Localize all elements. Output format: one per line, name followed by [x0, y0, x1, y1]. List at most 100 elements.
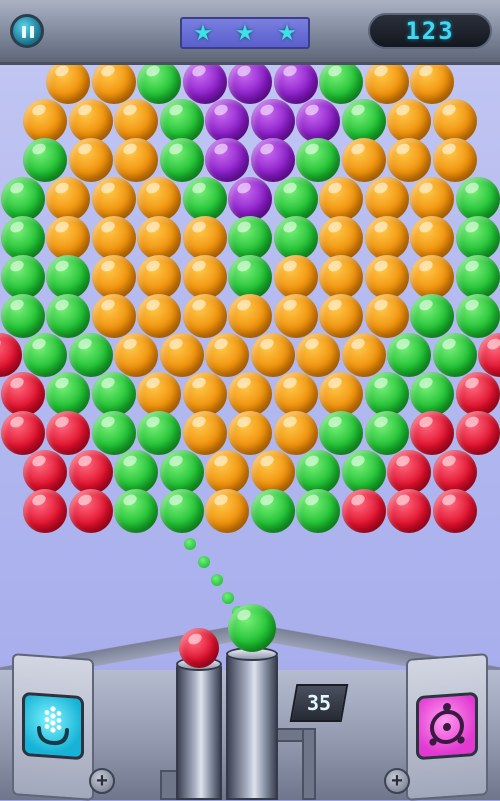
red-bubble [23, 489, 68, 533]
red-bubble [410, 411, 454, 455]
star-icon: ★ [193, 20, 213, 45]
red-bubble [432, 489, 477, 533]
green-bubble [46, 294, 90, 338]
green-bubble [114, 489, 159, 533]
orange-bubble [341, 333, 386, 377]
red-bubble [68, 489, 113, 533]
purple-bubble [228, 60, 272, 104]
orange-bubble [182, 294, 227, 338]
add-powerup-right-button[interactable]: + [384, 768, 410, 794]
game-stage[interactable]: ★ ★ ★ 123 35 + + [0, 0, 500, 801]
orange-bubble [205, 333, 250, 377]
orange-bubble [319, 294, 363, 338]
orange-bubble [205, 489, 250, 533]
pause-button[interactable] [10, 14, 44, 48]
orange-bubble [319, 372, 363, 416]
orange-bubble [205, 450, 250, 494]
red-bubble [455, 411, 500, 455]
orange-bubble [91, 294, 136, 338]
orange-bubble [137, 294, 181, 338]
microphone-powerup-button[interactable] [22, 691, 84, 761]
green-bubble [228, 255, 272, 299]
orange-bubble [273, 294, 318, 338]
orange-bubble [273, 372, 318, 416]
green-bubble [159, 489, 204, 533]
purple-bubble [273, 60, 318, 104]
current-bubble [228, 604, 276, 652]
top-bar: ★ ★ ★ 123 [0, 0, 500, 65]
orange-bubble [114, 138, 159, 182]
orange-bubble [23, 99, 68, 143]
score-value: 123 [405, 17, 455, 45]
orange-bubble [159, 333, 204, 377]
green-bubble [296, 450, 341, 494]
purple-bubble [228, 177, 272, 221]
orange-bubble [91, 177, 136, 221]
orange-bubble [364, 216, 409, 260]
star-rating: ★ ★ ★ [180, 17, 310, 49]
green-bubble [0, 255, 45, 299]
orange-bubble [319, 177, 363, 221]
green-bubble [46, 255, 90, 299]
green-bubble [273, 177, 318, 221]
green-bubble [23, 333, 68, 377]
orange-bubble [319, 255, 363, 299]
orange-bubble [182, 411, 227, 455]
red-bubble [0, 411, 45, 455]
green-bubble [91, 411, 136, 455]
green-bubble [46, 372, 90, 416]
orange-bubble [228, 411, 272, 455]
orange-bubble [182, 255, 227, 299]
green-bubble [0, 216, 45, 260]
powerup-panel-left [12, 653, 94, 801]
orange-bubble [228, 372, 272, 416]
orange-bubble [114, 333, 159, 377]
orange-bubble [250, 450, 295, 494]
add-powerup-left-button[interactable]: + [89, 768, 115, 794]
star-icon: ★ [235, 20, 255, 45]
green-bubble [341, 99, 386, 143]
orange-bubble [46, 177, 90, 221]
green-bubble [341, 450, 386, 494]
orange-bubble [137, 216, 181, 260]
red-bubble [455, 372, 500, 416]
orange-bubble [432, 99, 477, 143]
green-bubble [455, 177, 500, 221]
green-bubble [68, 333, 113, 377]
purple-bubble [296, 99, 341, 143]
orange-bubble [137, 372, 181, 416]
green-bubble [364, 411, 409, 455]
microphone-icon [37, 706, 69, 746]
orange-bubble [91, 216, 136, 260]
purple-bubble [182, 60, 227, 104]
purple-bubble [250, 99, 295, 143]
green-bubble [114, 450, 159, 494]
green-bubble [455, 255, 500, 299]
target-powerup-button[interactable] [416, 691, 478, 761]
purple-bubble [205, 138, 250, 182]
green-bubble [319, 411, 363, 455]
green-bubble [455, 216, 500, 260]
shots-counter: 35 [289, 684, 349, 722]
orange-bubble [341, 138, 386, 182]
pause-icon [30, 26, 34, 38]
orange-bubble [364, 294, 409, 338]
orange-bubble [296, 333, 341, 377]
green-bubble [364, 372, 409, 416]
pause-icon [22, 26, 26, 38]
green-bubble [432, 333, 477, 377]
purple-bubble [205, 99, 250, 143]
star-icon: ★ [277, 20, 297, 45]
red-bubble [478, 333, 500, 377]
orange-bubble [364, 60, 409, 104]
powerup-panel-right [406, 653, 488, 801]
green-bubble [159, 138, 204, 182]
target-icon [429, 702, 465, 746]
green-bubble [0, 294, 45, 338]
score-display: 123 [368, 13, 492, 49]
green-bubble [137, 411, 181, 455]
aim-dot [198, 556, 210, 568]
aim-dot [184, 538, 196, 550]
orange-bubble [46, 60, 90, 104]
orange-bubble [250, 333, 295, 377]
